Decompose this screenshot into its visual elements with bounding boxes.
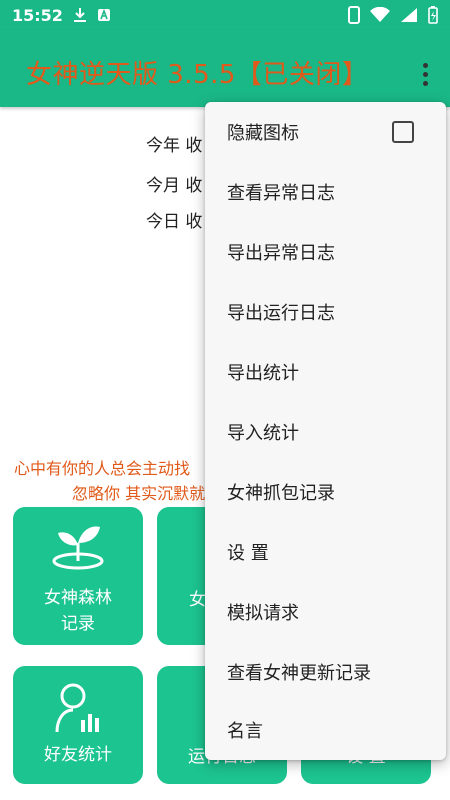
menu-item-label: 设 置 [227, 543, 269, 564]
menu-item-capture-records[interactable]: 女神抓包记录 [205, 462, 446, 522]
tile-label: 女神森林 [44, 588, 112, 608]
overflow-menu: 隐藏图标 查看异常日志 导出异常日志 导出运行日志 导出统计 导入统计 女神抓包… [205, 102, 446, 760]
status-time: 15:52 [12, 5, 63, 25]
tile-goddess-forest-record[interactable]: 女神森林 记录 [13, 507, 143, 645]
tile-friend-stats[interactable]: 好友统计 [13, 666, 143, 784]
menu-item-label: 查看女神更新记录 [227, 663, 371, 684]
menu-item-view-error-log[interactable]: 查看异常日志 [205, 162, 446, 222]
menu-item-label: 查看异常日志 [227, 183, 335, 204]
menu-item-label: 女神抓包记录 [227, 483, 335, 504]
stat-day: 今日 收 [146, 212, 203, 232]
menu-item-quotes[interactable]: 名言 [205, 700, 446, 760]
quote-line-2: 忽略你 其实沉默就 [72, 484, 206, 503]
menu-item-hide-icon[interactable]: 隐藏图标 [205, 102, 446, 162]
quote-line-1: 心中有你的人总会主动找 [14, 459, 191, 478]
menu-item-import-stats[interactable]: 导入统计 [205, 402, 446, 462]
menu-item-label: 导出统计 [227, 363, 299, 384]
menu-item-label: 导出异常日志 [227, 243, 335, 264]
stat-year: 今年 收 [146, 136, 203, 156]
hide-icon-checkbox[interactable] [392, 121, 414, 143]
menu-item-export-stats[interactable]: 导出统计 [205, 342, 446, 402]
menu-item-settings[interactable]: 设 置 [205, 522, 446, 582]
status-bar: 15:52 [0, 0, 450, 30]
app-bar: 女神逆天版 3.5.5【已关闭】 [0, 30, 450, 107]
sprout-icon [52, 526, 104, 570]
battery-charging-icon [428, 6, 438, 24]
menu-item-label: 模拟请求 [227, 603, 299, 624]
menu-item-label: 导出运行日志 [227, 303, 335, 324]
tile-label: 好友统计 [44, 745, 112, 765]
menu-item-simulate-request[interactable]: 模拟请求 [205, 582, 446, 642]
menu-item-label: 隐藏图标 [227, 123, 299, 144]
tile-label: 记录 [61, 614, 95, 634]
phone-icon [348, 6, 360, 24]
user-stats-icon [55, 683, 99, 733]
wifi-icon [370, 7, 390, 23]
app-notification-icon [97, 8, 111, 22]
menu-item-export-run-log[interactable]: 导出运行日志 [205, 282, 446, 342]
signal-icon [400, 7, 418, 23]
app-title: 女神逆天版 3.5.5【已关闭】 [26, 60, 369, 90]
menu-item-view-update-log[interactable]: 查看女神更新记录 [205, 642, 446, 702]
download-icon [73, 7, 87, 23]
menu-item-label: 名言 [227, 721, 263, 742]
more-vert-icon [422, 62, 428, 68]
menu-item-export-error-log[interactable]: 导出异常日志 [205, 222, 446, 282]
stat-month: 今月 收 [146, 176, 203, 196]
overflow-menu-button[interactable] [410, 54, 440, 94]
menu-item-label: 导入统计 [227, 423, 299, 444]
